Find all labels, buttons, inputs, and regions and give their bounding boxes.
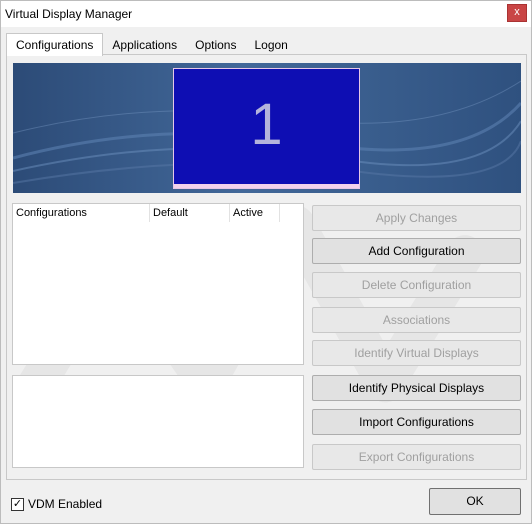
column-default[interactable]: Default xyxy=(150,204,230,222)
identify-virtual-displays-button[interactable]: Identify Virtual Displays xyxy=(312,340,521,366)
footer-bar: ✓ VDM Enabled OK xyxy=(1,481,531,523)
apply-changes-button[interactable]: Apply Changes xyxy=(312,205,521,231)
tab-configurations[interactable]: Configurations xyxy=(6,33,104,56)
vdm-enabled-label[interactable]: VDM Enabled xyxy=(28,497,102,511)
configuration-details xyxy=(12,375,304,468)
title-bar: Virtual Display Manager x xyxy=(1,1,531,27)
close-button[interactable]: x xyxy=(507,4,527,22)
configurations-panel: 1 Configurations Default Active Apply Ch… xyxy=(6,54,527,480)
tab-strip: Configurations Applications Options Logo… xyxy=(6,33,297,56)
add-configuration-button[interactable]: Add Configuration xyxy=(312,238,521,264)
list-header: Configurations Default Active xyxy=(13,204,303,222)
display-banner: 1 xyxy=(13,63,521,193)
delete-configuration-button[interactable]: Delete Configuration xyxy=(312,272,521,298)
tab-logon[interactable]: Logon xyxy=(245,35,296,55)
window-title: Virtual Display Manager xyxy=(5,7,133,21)
export-configurations-button[interactable]: Export Configurations xyxy=(312,444,521,470)
monitor-1[interactable]: 1 xyxy=(173,68,360,189)
identify-physical-displays-button[interactable]: Identify Physical Displays xyxy=(312,375,521,401)
monitor-taskbar xyxy=(174,184,359,188)
column-active[interactable]: Active xyxy=(230,204,280,222)
tab-options[interactable]: Options xyxy=(186,35,245,55)
configurations-list[interactable]: Configurations Default Active xyxy=(12,203,304,365)
import-configurations-button[interactable]: Import Configurations xyxy=(312,409,521,435)
associations-button[interactable]: Associations xyxy=(312,307,521,333)
vdm-enabled-checkbox[interactable]: ✓ xyxy=(11,498,24,511)
ok-button[interactable]: OK xyxy=(429,488,521,515)
column-configurations[interactable]: Configurations xyxy=(13,204,150,222)
vdm-window: Virtual Display Manager x Configurations… xyxy=(0,0,532,524)
monitor-number: 1 xyxy=(250,92,283,157)
tab-applications[interactable]: Applications xyxy=(103,35,186,55)
